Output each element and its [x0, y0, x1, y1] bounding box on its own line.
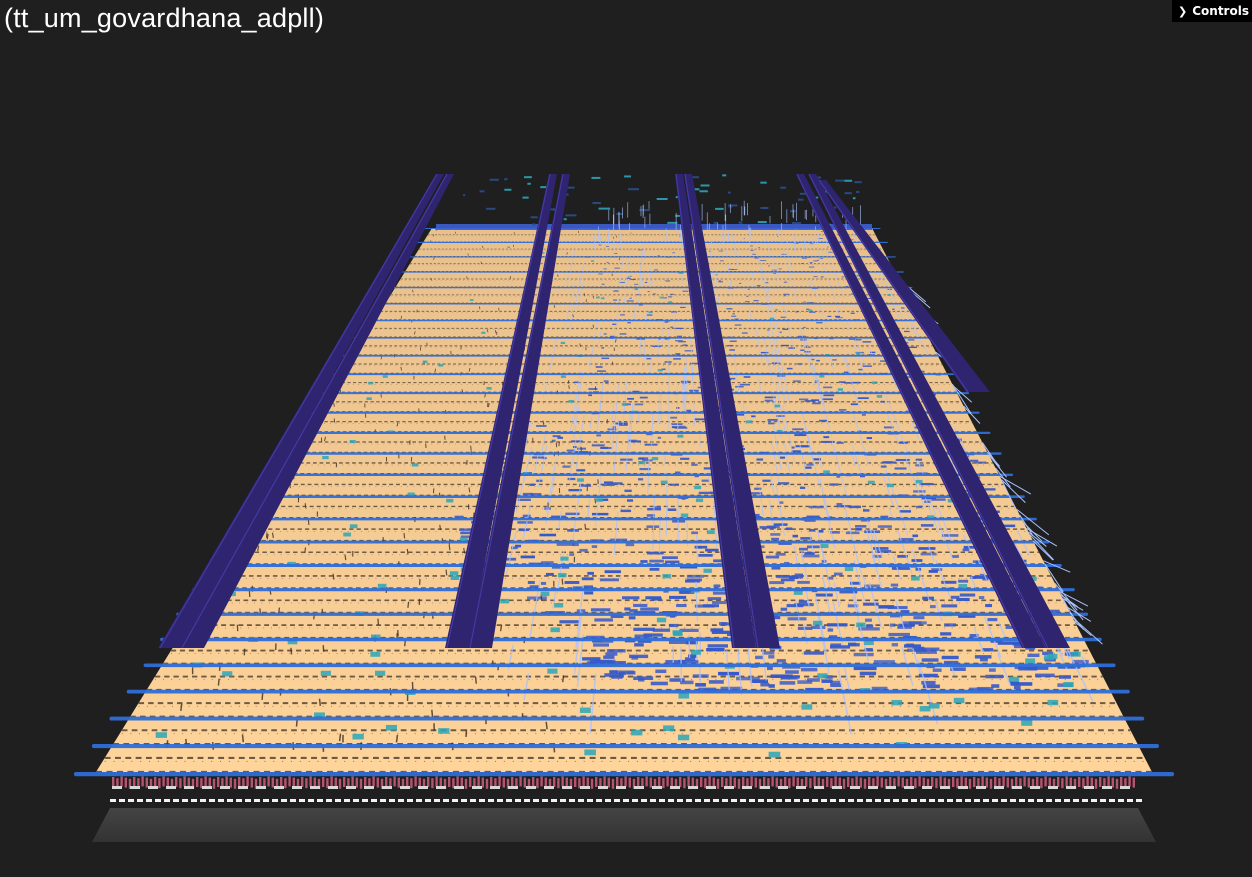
substrate-plane — [92, 808, 1156, 842]
tap-cell-row — [112, 776, 1135, 789]
controls-toggle-button[interactable]: ❯ Controls — [1172, 0, 1252, 22]
controls-label: Controls — [1192, 4, 1249, 18]
filler-cell-row — [110, 799, 1142, 802]
layout-3d-viewport[interactable] — [0, 0, 1252, 877]
chevron-right-icon: ❯ — [1178, 5, 1188, 18]
design-title: (tt_um_govardhana_adpll) — [4, 3, 325, 33]
